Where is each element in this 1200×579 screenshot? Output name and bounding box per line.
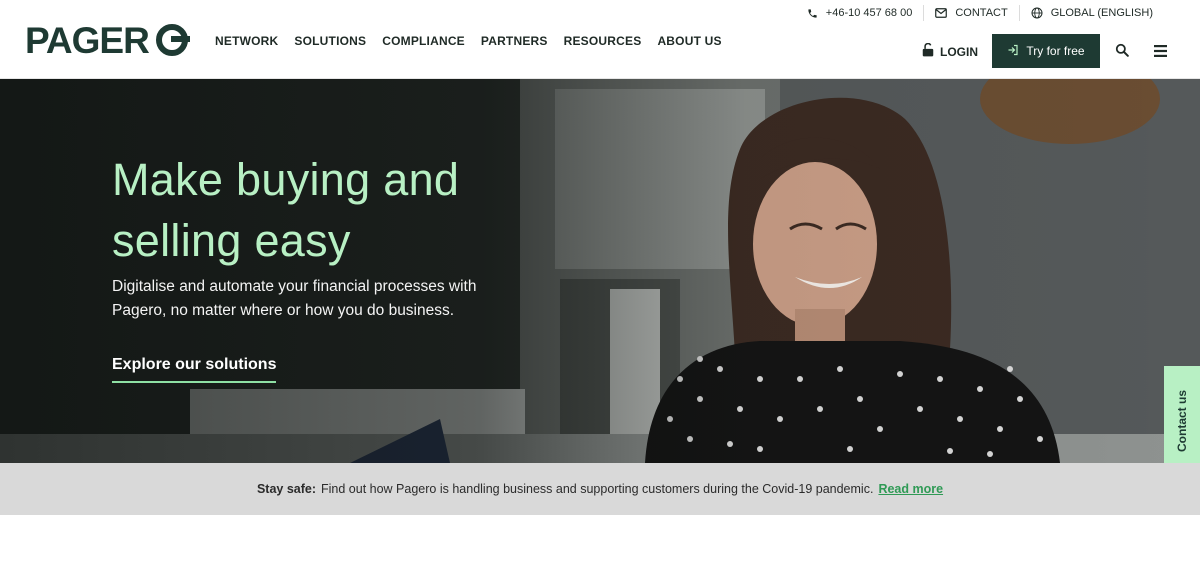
hero-description-line-1: Digitalise and automate your financial p… (112, 278, 477, 295)
svg-text:PAGER: PAGER (25, 22, 149, 58)
hero-title-line-2: selling easy (112, 215, 351, 266)
nav-compliance[interactable]: COMPLIANCE (382, 34, 465, 48)
pagero-logo[interactable]: PAGER (25, 22, 191, 58)
menu-button[interactable] (1154, 44, 1167, 62)
language-label: GLOBAL (ENGLISH) (1050, 7, 1153, 19)
hero-description: Digitalise and automate your financial p… (112, 275, 512, 323)
read-more-link[interactable]: Read more (878, 482, 943, 496)
covid-notice-bar: Stay safe: Find out how Pagero is handli… (0, 463, 1200, 515)
hero-title: Make buying and selling easy (112, 149, 572, 271)
try-for-free-button[interactable]: Try for free (992, 34, 1100, 68)
mail-icon (935, 8, 948, 18)
pagero-logo-mark: PAGER (25, 22, 190, 58)
login-link[interactable]: LOGIN (922, 42, 978, 60)
explore-solutions-link[interactable]: Explore our solutions (112, 356, 277, 383)
site-header: PAGER NETWORK SOLUTIONS COMPLIANCE PARTN… (0, 0, 1200, 79)
sign-in-icon (1007, 44, 1019, 59)
nav-resources[interactable]: RESOURCES (564, 34, 642, 48)
search-button[interactable] (1115, 43, 1129, 62)
phone-number: +46-10 457 68 00 (825, 7, 913, 19)
contact-link[interactable]: CONTACT (923, 5, 1018, 21)
hero-title-line-1: Make buying and (112, 154, 460, 205)
search-icon (1115, 43, 1129, 61)
login-label: LOGIN (940, 44, 978, 59)
lock-icon (922, 42, 934, 60)
nav-solutions[interactable]: SOLUTIONS (294, 34, 366, 48)
nav-network[interactable]: NETWORK (215, 34, 278, 48)
hero-description-line-2: Pagero, no matter where or how you do bu… (112, 302, 455, 319)
language-selector[interactable]: GLOBAL (ENGLISH) (1018, 5, 1164, 21)
utility-bar: +46-10 457 68 00 CONTACT GLOBAL (ENGLISH… (796, 5, 1164, 21)
contact-us-tab[interactable]: Contact us (1164, 366, 1200, 476)
hero-banner: Make buying and selling easy Digitalise … (0, 79, 1200, 463)
menu-icon (1154, 44, 1167, 61)
phone-link[interactable]: +46-10 457 68 00 (796, 5, 924, 21)
main-nav: NETWORK SOLUTIONS COMPLIANCE PARTNERS RE… (215, 34, 722, 48)
nav-about-us[interactable]: ABOUT US (657, 34, 721, 48)
globe-icon (1031, 7, 1043, 19)
phone-icon (807, 8, 818, 19)
try-for-free-label: Try for free (1026, 44, 1085, 58)
hero-overlay (0, 79, 1200, 463)
contact-us-label: Contact us (1175, 389, 1190, 453)
nav-partners[interactable]: PARTNERS (481, 34, 548, 48)
notice-label: Stay safe: (256, 482, 317, 496)
contact-label: CONTACT (955, 7, 1008, 19)
notice-text: Find out how Pagero is handling business… (321, 482, 874, 496)
